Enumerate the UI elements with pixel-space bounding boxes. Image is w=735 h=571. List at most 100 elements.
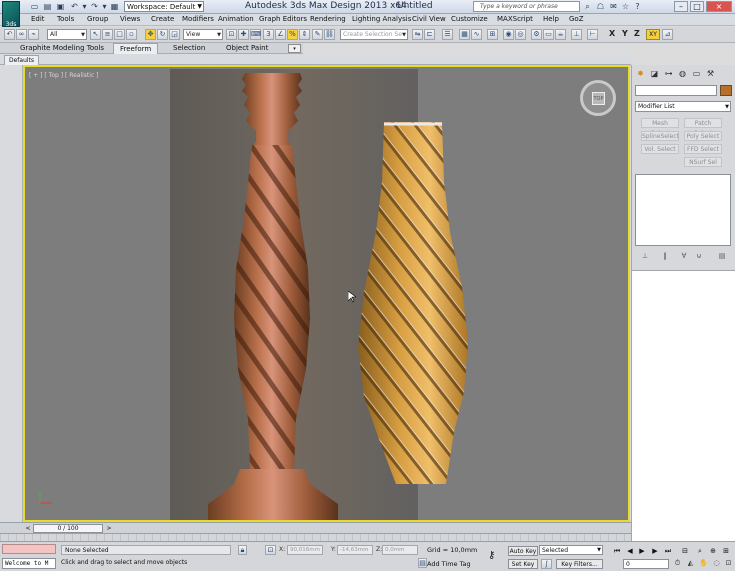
configure-modifier-sets-icon[interactable]: ▤	[717, 251, 727, 261]
viewcube-face[interactable]: TOP	[592, 92, 605, 105]
menu-civil-view[interactable]: Civil View	[412, 15, 446, 23]
maxscript-output[interactable]: Welcome to M	[2, 558, 56, 569]
key-mode-icon[interactable]: ⊟	[680, 546, 690, 556]
add-time-tag[interactable]: Add Time Tag	[427, 560, 471, 568]
select-manipulate-icon[interactable]: ✚	[238, 29, 249, 40]
menu-modifiers[interactable]: Modifiers	[182, 15, 214, 23]
object-color-swatch[interactable]	[720, 85, 732, 96]
play-icon[interactable]: ▶	[637, 546, 647, 556]
axis-z-button[interactable]: Z	[634, 29, 640, 38]
axis-constraint-icon[interactable]: ⊿	[662, 29, 673, 40]
time-config-icon[interactable]: ⏱	[672, 558, 683, 569]
motion-tab-icon[interactable]: ◍	[677, 68, 688, 79]
window-crossing-icon[interactable]: ▫	[126, 29, 137, 40]
pin-stack-icon[interactable]: ⊥	[571, 29, 582, 40]
select-object-icon[interactable]: ↖	[90, 29, 101, 40]
angle-snap-icon[interactable]: ∠	[275, 29, 286, 40]
menu-animation[interactable]: Animation	[218, 15, 254, 23]
schematic-view-icon[interactable]: ⊞	[487, 29, 498, 40]
hierarchy-tab-icon[interactable]: ⊶	[663, 68, 674, 79]
previous-frame-icon[interactable]: ◀	[625, 546, 635, 556]
render-setup-icon[interactable]: ⚙	[531, 29, 542, 40]
zoom-all-icon[interactable]: ⊕	[708, 546, 718, 556]
next-frame-icon[interactable]: ▶	[650, 546, 660, 556]
ribbon-tab-graphite[interactable]: Graphite Modeling Tools	[20, 43, 104, 54]
menu-help[interactable]: Help	[543, 15, 559, 23]
patch-select-button[interactable]: Patch Select	[684, 118, 722, 137]
zoom-extents-icon[interactable]: ⊞	[721, 546, 731, 556]
go-to-start-icon[interactable]: ⏮	[612, 546, 622, 556]
show-end-result-icon[interactable]: ‖	[660, 251, 670, 261]
absolute-transform-icon[interactable]: ⊡	[265, 545, 276, 555]
minimize-button[interactable]: –	[674, 1, 688, 12]
subscription-icon[interactable]: ☖	[596, 2, 605, 11]
workspace-dropdown[interactable]: Workspace: Default ▼	[124, 1, 204, 12]
key-icon[interactable]: ⚷	[488, 550, 495, 561]
open-file-icon[interactable]: ▤	[43, 2, 52, 11]
spline-select-button[interactable]: SplineSelect	[641, 131, 679, 141]
time-slider[interactable]: < 0 / 100 >	[0, 522, 631, 533]
slate-material-icon[interactable]: ◎	[515, 29, 526, 40]
axis-xy-button[interactable]: XY	[646, 29, 660, 40]
time-slider-next-button[interactable]: >	[105, 524, 113, 533]
create-tab-icon[interactable]: ✸	[635, 68, 646, 79]
redo-dropdown-icon[interactable]: ▾	[100, 2, 109, 11]
time-tag-icon[interactable]: ▤	[418, 558, 427, 568]
axis-x-button[interactable]: X	[609, 29, 615, 38]
keyboard-shortcut-icon[interactable]: ⌨	[250, 29, 261, 40]
track-bar[interactable]	[0, 533, 631, 541]
snaps-toggle-icon[interactable]: 3	[263, 29, 274, 40]
utilities-tab-icon[interactable]: ⚒	[705, 68, 716, 79]
unlink-icon[interactable]: ⌁	[28, 29, 39, 40]
ribbon-options-dropdown[interactable]: ▾	[288, 44, 301, 53]
set-key-button[interactable]: Set Key	[508, 559, 538, 569]
mirror-icon[interactable]: ⇋	[412, 29, 423, 40]
remove-modifier-icon[interactable]: ⊍	[694, 251, 704, 261]
project-folder-icon[interactable]: ▦	[110, 2, 119, 11]
reference-coordinate-dropdown[interactable]: View ▼	[183, 29, 223, 40]
key-filters-button[interactable]: Key Filters...	[556, 559, 603, 569]
ribbon-tab-selection[interactable]: Selection	[173, 43, 205, 54]
display-tab-icon[interactable]: ▭	[691, 68, 702, 79]
undo-icon[interactable]: ↶	[70, 2, 79, 11]
auto-key-button[interactable]: Auto Key	[508, 546, 538, 556]
key-set-dropdown[interactable]: Selected ▼	[539, 545, 603, 555]
link-icon[interactable]: ⛓	[324, 29, 335, 40]
viewport-label[interactable]: [ + ] [ Top ] [ Realistic ]	[29, 72, 99, 79]
default-tangent-icon[interactable]: ∫	[541, 559, 552, 569]
app-logo[interactable]: 3ds	[2, 1, 20, 28]
graphite-toggle-icon[interactable]: ▦	[459, 29, 470, 40]
search-input[interactable]: Type a keyword or phrase	[473, 1, 580, 12]
field-of-view-icon[interactable]: ◭	[685, 558, 696, 569]
pin-stack-icon[interactable]: ⊥	[640, 251, 650, 261]
time-slider-prev-button[interactable]: <	[24, 524, 32, 533]
curve-editor-icon[interactable]: ∿	[471, 29, 482, 40]
redo-icon[interactable]: ↷	[90, 2, 99, 11]
render-production-icon[interactable]: ☕	[555, 29, 566, 40]
constraint-icon[interactable]: ⊢	[587, 29, 598, 40]
ffd-select-button[interactable]: FFD Select	[684, 144, 722, 154]
vol-select-button[interactable]: Vol. Select	[641, 144, 679, 154]
pan-icon[interactable]: ✋	[698, 558, 709, 569]
undo-icon[interactable]: ↶	[4, 29, 15, 40]
menu-customize[interactable]: Customize	[451, 15, 488, 23]
menu-create[interactable]: Create	[151, 15, 174, 23]
select-link-icon[interactable]: ∞	[16, 29, 27, 40]
menu-edit[interactable]: Edit	[31, 15, 45, 23]
communication-icon[interactable]: ✉	[609, 2, 618, 11]
select-by-name-icon[interactable]: ≡	[102, 29, 113, 40]
axis-y-button[interactable]: Y	[622, 29, 628, 38]
favorites-icon[interactable]: ☆	[621, 2, 630, 11]
help-icon[interactable]: ?	[633, 2, 642, 11]
make-unique-icon[interactable]: ∀	[679, 251, 689, 261]
y-coord-field[interactable]: -14,63mm	[337, 545, 373, 555]
close-button[interactable]: ×	[706, 1, 732, 12]
named-selection-dropdown[interactable]: Create Selection Se ▼	[340, 29, 408, 40]
selection-filter-dropdown[interactable]: All ▼	[47, 29, 87, 40]
ribbon-panel-defaults[interactable]: Defaults	[4, 55, 40, 65]
viewcube[interactable]: TOP	[580, 80, 616, 116]
orbit-icon[interactable]: ◌	[711, 558, 722, 569]
spinner-snap-icon[interactable]: ⇕	[299, 29, 310, 40]
menu-goz[interactable]: GoZ	[569, 15, 584, 23]
undo-dropdown-icon[interactable]: ▾	[80, 2, 89, 11]
